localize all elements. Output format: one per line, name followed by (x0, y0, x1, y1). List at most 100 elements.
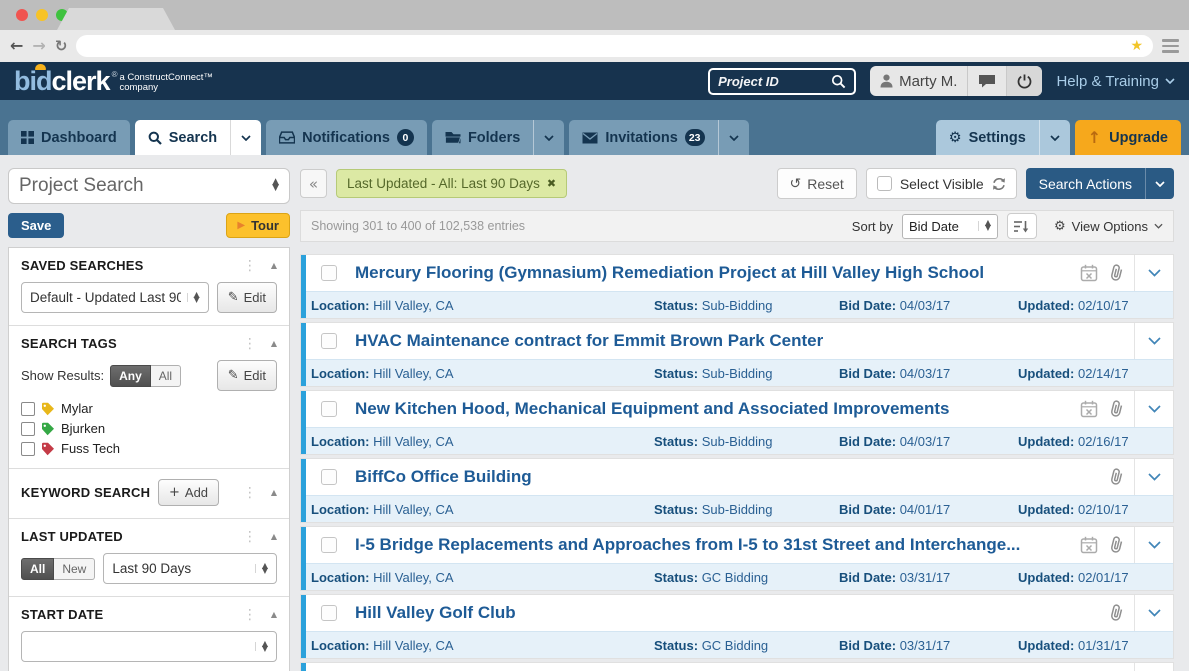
expand-row-button[interactable] (1135, 459, 1173, 495)
project-title-link[interactable]: New Kitchen Hood, Mechanical Equipment a… (355, 399, 1072, 419)
drag-handle-icon[interactable]: ⋮ (243, 608, 257, 622)
paperclip-icon[interactable] (1109, 468, 1124, 486)
collapse-icon[interactable]: ▲ (271, 532, 277, 541)
filter-chip[interactable]: Last Updated - All: Last 90 Days ✖ (336, 169, 568, 198)
start-date-select[interactable]: ▲ ▼ (21, 631, 277, 662)
row-checkbox[interactable] (321, 605, 337, 621)
window-controls[interactable] (16, 9, 68, 21)
tab-invitations[interactable]: Invitations 23 (569, 120, 749, 155)
upgrade-button[interactable]: ↑ Upgrade (1074, 120, 1181, 155)
paperclip-icon[interactable] (1109, 536, 1124, 554)
user-name: Marty M. (899, 72, 958, 90)
tab-settings-dropdown[interactable] (1038, 120, 1070, 155)
select-visible-checkbox[interactable] (876, 176, 892, 191)
saved-search-select[interactable]: Default - Updated Last 90 Days ▲▼ (21, 282, 209, 313)
chevron-down-icon (1154, 223, 1163, 229)
save-button[interactable]: Save (8, 213, 65, 238)
tab-dashboard[interactable]: Dashboard (8, 120, 130, 155)
view-options-button[interactable]: ⚙ View Options (1054, 219, 1163, 234)
edit-saved-search-button[interactable]: ✎ Edit (216, 282, 277, 313)
tab-search[interactable]: Search (134, 120, 262, 155)
last-updated-select[interactable]: Last 90 Days ▲ ▼ (103, 553, 277, 584)
chat-button[interactable] (967, 66, 1006, 96)
browser-tab[interactable] (57, 8, 175, 30)
project-title-link[interactable]: Mercury Flooring (Gymnasium) Remediation… (355, 263, 1072, 283)
row-checkbox[interactable] (321, 469, 337, 485)
tab-invitations-dropdown[interactable] (717, 120, 749, 155)
drag-handle-icon[interactable]: ⋮ (243, 530, 257, 544)
search-icon[interactable] (831, 74, 846, 89)
tab-settings[interactable]: ⚙ Settings (935, 120, 1070, 155)
drag-handle-icon[interactable]: ⋮ (243, 486, 257, 500)
tab-folders[interactable]: Folders (431, 120, 565, 155)
filter-bar: « Last Updated - All: Last 90 Days ✖ ↺ R… (300, 168, 1174, 199)
select-visible-button[interactable]: Select Visible (865, 168, 1017, 199)
project-title-link[interactable]: Hill Valley Golf Club (355, 603, 1101, 623)
minimize-window-icon[interactable] (36, 9, 48, 21)
project-title-link[interactable]: I-5 Bridge Replacements and Approaches f… (355, 535, 1072, 555)
bid-date-label: Bid Date: (839, 297, 897, 313)
edit-tags-button[interactable]: ✎ Edit (216, 360, 277, 391)
gear-icon: ⚙ (1053, 218, 1066, 234)
project-id-input[interactable] (718, 73, 832, 89)
search-actions-button[interactable]: Search Actions (1025, 168, 1174, 199)
url-input[interactable]: ★ (76, 35, 1153, 57)
drag-handle-icon[interactable]: ⋮ (243, 259, 257, 273)
row-checkbox[interactable] (321, 265, 337, 281)
drag-handle-icon[interactable]: ⋮ (243, 337, 257, 351)
paperclip-icon[interactable] (1109, 604, 1124, 622)
project-row: HVAC Maintenance contract for Emmit Brow… (300, 322, 1174, 387)
row-meta: Location: Hill Valley, CA Status: Sub-Bi… (301, 291, 1173, 318)
collapse-icon[interactable]: ▲ (271, 261, 277, 270)
bidclerk-logo[interactable]: bidclerk ® a ConstructConnect™ company (14, 63, 213, 95)
expand-row-button[interactable] (1135, 595, 1173, 631)
project-id-searchbox[interactable] (708, 67, 857, 95)
tag-checkbox[interactable] (21, 401, 35, 416)
expand-row-button[interactable] (1135, 323, 1173, 359)
toggle-all[interactable]: All (150, 364, 182, 387)
add-keyword-button[interactable]: + Add (158, 479, 220, 506)
forward-icon[interactable]: → (32, 38, 45, 54)
project-title-link[interactable]: HVAC Maintenance contract for Emmit Brow… (355, 331, 1116, 351)
paperclip-icon[interactable] (1109, 400, 1124, 418)
bookmark-star-icon[interactable]: ★ (1130, 39, 1143, 53)
logout-button[interactable] (1006, 66, 1043, 96)
tab-folders-dropdown[interactable] (533, 120, 564, 155)
search-actions-dropdown[interactable] (1145, 168, 1174, 199)
row-checkbox[interactable] (321, 401, 337, 417)
browser-menu-icon[interactable] (1162, 39, 1179, 53)
tour-button[interactable]: ▶ Tour (226, 213, 290, 238)
sort-select[interactable]: Bid Date ▲ ▼ (901, 213, 998, 239)
tab-notifications[interactable]: Notifications 0 (266, 120, 427, 155)
project-title-link[interactable]: BiffCo Office Building (355, 467, 1101, 487)
results-toolbar: Showing 301 to 400 of 102,538 entries So… (300, 210, 1174, 242)
sort-order-button[interactable] (1006, 213, 1037, 239)
search-type-select[interactable]: Project Search ▲ ▼ (8, 168, 290, 204)
toggle-new[interactable]: New (54, 557, 96, 580)
user-menu-button[interactable]: Marty M. (870, 66, 967, 96)
status-value: Sub-Bidding (701, 501, 773, 517)
reload-icon[interactable]: ↻ (55, 37, 68, 55)
row-checkbox[interactable] (321, 537, 337, 553)
tag-checkbox[interactable] (21, 421, 35, 436)
paperclip-icon[interactable] (1109, 264, 1124, 282)
row-checkbox[interactable] (321, 333, 337, 349)
toggle-all-updated[interactable]: All (21, 557, 55, 580)
tab-search-dropdown[interactable] (230, 120, 261, 155)
toggle-any[interactable]: Any (110, 364, 151, 387)
back-icon[interactable]: ← (10, 38, 23, 54)
tag-checkbox[interactable] (21, 441, 35, 456)
remove-filter-icon[interactable]: ✖ (547, 177, 556, 190)
collapse-icon[interactable]: ▲ (271, 339, 277, 348)
collapse-icon[interactable]: ▲ (271, 488, 277, 497)
expand-row-button[interactable] (1135, 391, 1173, 427)
collapse-icon[interactable]: ▲ (271, 610, 277, 619)
expand-row-button[interactable] (1135, 255, 1173, 291)
calendar-x-icon (1080, 400, 1098, 418)
expand-row-button[interactable] (1135, 527, 1173, 563)
close-window-icon[interactable] (16, 9, 28, 21)
reset-button[interactable]: ↺ Reset (776, 168, 857, 199)
expand-row-button[interactable] (1135, 663, 1173, 671)
help-training-menu[interactable]: Help & Training (1056, 73, 1175, 90)
collapse-sidebar-button[interactable]: « (300, 169, 327, 198)
